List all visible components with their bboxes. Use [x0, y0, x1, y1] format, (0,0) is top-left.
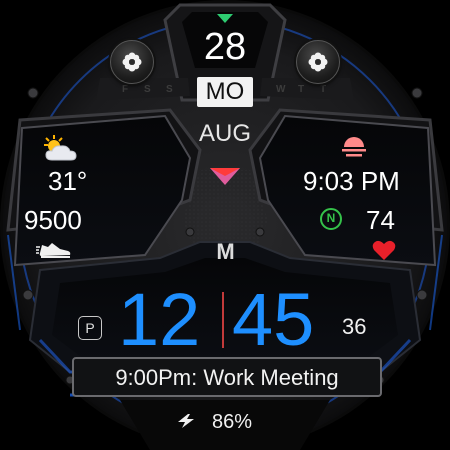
watch-face: 28 MO F S S W T T AUG 31° 9500 9:03 PM N…	[0, 0, 450, 450]
flower-icon	[122, 52, 142, 72]
sneaker-icon	[36, 243, 71, 258]
sunset-complication[interactable]: 9:03 PM	[295, 130, 425, 200]
time-minutes: 45	[232, 278, 315, 361]
n-badge-label: N	[326, 211, 336, 225]
p-badge[interactable]: P	[78, 316, 102, 340]
weekday-strip-left-1: F	[122, 84, 129, 95]
partly-cloudy-icon	[44, 135, 77, 161]
n-badge: N	[320, 208, 342, 230]
steps-count: 9500	[24, 205, 82, 235]
weather-complication[interactable]: 31°	[30, 130, 150, 200]
steps-complication[interactable]: 9500	[20, 205, 140, 265]
heart-rate-complication[interactable]: N 74	[310, 205, 420, 265]
weekday-strip-right-1: W	[276, 84, 286, 95]
sunset-time: 9:03 PM	[303, 166, 400, 196]
shortcut-button-right[interactable]	[296, 40, 340, 84]
p-badge-label: P	[85, 320, 95, 336]
heart-icon	[372, 240, 396, 260]
temperature-value: 31°	[48, 166, 88, 196]
weekday-label: MO	[205, 78, 245, 105]
top-indicator-icon	[217, 14, 233, 23]
month-label: AUG	[198, 120, 251, 147]
event-pill[interactable]: 9:00Pm: Work Meeting	[72, 357, 382, 397]
event-text: 9:00Pm: Work Meeting	[115, 365, 339, 390]
flower-icon	[308, 52, 328, 72]
battery-percent: 86%	[212, 411, 253, 433]
heart-rate-value: 74	[366, 205, 395, 235]
charging-bolt-icon	[178, 414, 194, 428]
shortcut-button-left[interactable]	[110, 40, 154, 84]
date-day-number: 28	[203, 26, 247, 68]
weekday-strip-right-3: T	[320, 84, 327, 95]
brand-logo: M	[216, 239, 234, 264]
time-hours: 12	[118, 278, 201, 361]
weekday-strip-right-2: T	[298, 84, 305, 95]
time-separator	[222, 292, 224, 348]
weekday-strip-left-2: S	[144, 84, 151, 95]
time-seconds: 36	[342, 314, 367, 339]
center-marker-icon	[210, 168, 240, 185]
weekday-strip-left-3: S	[166, 84, 173, 95]
sunset-icon	[342, 137, 366, 157]
